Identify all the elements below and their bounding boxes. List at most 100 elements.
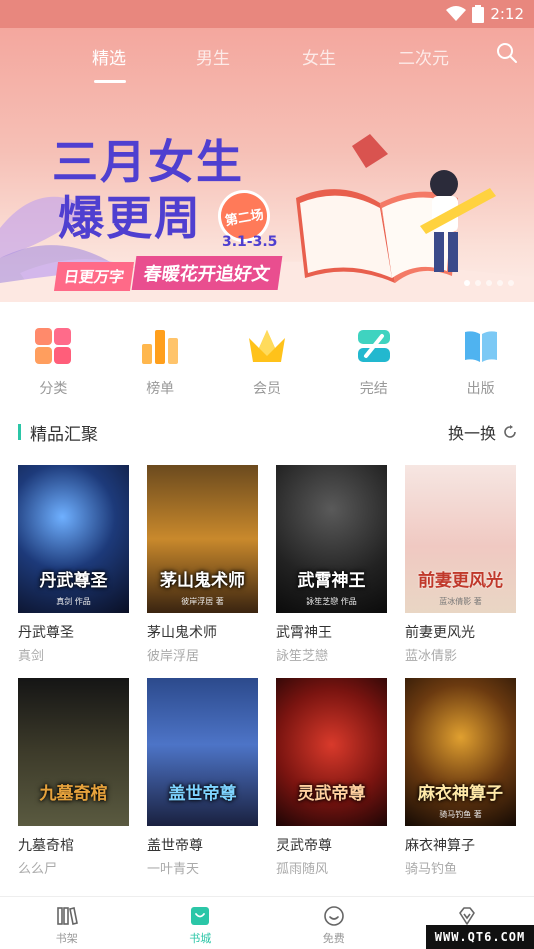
category-classify[interactable]: 分类 bbox=[0, 322, 107, 402]
nav-label: 书架 bbox=[55, 932, 78, 945]
book-cover: 前妻更风光 蓝冰倩影 著 bbox=[405, 465, 516, 613]
book-author: 孤雨随风 bbox=[276, 862, 329, 877]
book-title: 灵武帝尊 bbox=[276, 838, 332, 854]
banner-page-dots bbox=[464, 280, 514, 286]
book-card[interactable]: 灵武帝尊 灵武帝尊 孤雨随风 bbox=[276, 678, 387, 877]
category-label: 榜单 bbox=[146, 381, 175, 397]
banner-slogan-b: 春暖花开追好文 bbox=[131, 256, 283, 290]
cover-title: 灵武帝尊 bbox=[297, 784, 366, 804]
category-label: 分类 bbox=[39, 381, 68, 397]
book-cover: 灵武帝尊 bbox=[276, 678, 387, 826]
book-title: 麻衣神算子 bbox=[405, 838, 475, 854]
cover-title: 九墓奇棺 bbox=[39, 784, 108, 804]
book-author: 骑马钓鱼 bbox=[405, 862, 458, 877]
nav-label: 免费 bbox=[322, 932, 345, 945]
book-card[interactable]: 茅山鬼术师 彼岸浮居 著 茅山鬼术师 彼岸浮居 bbox=[147, 465, 258, 664]
banner-dates: 3.1-3.5 bbox=[222, 234, 278, 250]
book-card[interactable]: 麻衣神算子 骑马钓鱼 著 麻衣神算子 骑马钓鱼 bbox=[405, 678, 516, 877]
book-cover: 武霄神王 詠笙芝戀 作品 bbox=[276, 465, 387, 613]
nav-bookshelf[interactable]: 书架 bbox=[0, 897, 134, 949]
ranking-icon bbox=[142, 330, 179, 364]
section-title: 精品汇聚 bbox=[30, 425, 98, 445]
category-row: 分类 榜单 会员 完结 出版 bbox=[0, 322, 534, 402]
tab-featured[interactable]: 精选 bbox=[92, 44, 126, 69]
cover-title: 茅山鬼术师 bbox=[160, 571, 245, 591]
banner-slogan-a: 日更万字 bbox=[53, 262, 135, 291]
app-screen: 2:12 精选 男生 女生 二次元 三月女生 爆更周 第二场 3.1-3.5 日… bbox=[0, 0, 534, 949]
finished-icon bbox=[357, 330, 390, 362]
book-title: 九墓奇棺 bbox=[18, 838, 74, 854]
category-vip[interactable]: 会员 bbox=[214, 322, 321, 402]
category-label: 会员 bbox=[252, 381, 281, 397]
book-title: 茅山鬼术师 bbox=[147, 625, 217, 641]
book-cover: 麻衣神算子 骑马钓鱼 著 bbox=[405, 678, 516, 826]
active-tab-indicator bbox=[94, 80, 126, 83]
bookshelf-icon bbox=[56, 907, 78, 925]
nav-label: 书城 bbox=[189, 932, 212, 945]
status-time: 2:12 bbox=[490, 5, 524, 23]
book-author: 蓝冰倩影 bbox=[405, 649, 458, 664]
cover-title: 武霄神王 bbox=[297, 571, 366, 591]
tab-male[interactable]: 男生 bbox=[196, 44, 230, 69]
book-icon bbox=[464, 331, 497, 362]
smile-icon bbox=[323, 906, 344, 926]
tab-anime[interactable]: 二次元 bbox=[398, 44, 449, 69]
book-card[interactable]: 前妻更风光 蓝冰倩影 著 前妻更风光 蓝冰倩影 bbox=[405, 465, 516, 664]
cover-subtitle: 詠笙芝戀 作品 bbox=[306, 597, 357, 606]
tab-female[interactable]: 女生 bbox=[302, 44, 336, 69]
crown-icon bbox=[248, 330, 285, 362]
banner-title-line2: 爆更周 bbox=[58, 191, 202, 245]
category-label: 完结 bbox=[359, 381, 388, 397]
status-bar: 2:12 bbox=[0, 0, 534, 28]
cover-title: 前妻更风光 bbox=[418, 571, 503, 591]
nav-free[interactable]: 免费 bbox=[267, 897, 401, 949]
book-cover: 盖世帝尊 bbox=[147, 678, 258, 826]
book-author: 么么尸 bbox=[18, 862, 58, 877]
diamond-icon bbox=[459, 907, 476, 925]
battery-icon bbox=[472, 5, 485, 23]
section-header: 精品汇聚 换一换 bbox=[18, 420, 518, 445]
book-card[interactable]: 盖世帝尊 盖世帝尊 一叶青天 bbox=[147, 678, 258, 877]
section-accent-bar bbox=[18, 424, 21, 440]
book-author: 真剑 bbox=[18, 649, 45, 664]
category-finished[interactable]: 完结 bbox=[320, 322, 427, 402]
cover-title: 麻衣神算子 bbox=[418, 784, 503, 804]
cover-subtitle: 蓝冰倩影 著 bbox=[439, 597, 482, 606]
book-card[interactable]: 武霄神王 詠笙芝戀 作品 武霄神王 詠笙芝戀 bbox=[276, 465, 387, 664]
nav-bookstore[interactable]: 书城 bbox=[134, 897, 268, 949]
site-watermark: WWW.QT6.COM bbox=[426, 925, 534, 949]
book-author: 一叶青天 bbox=[147, 862, 200, 877]
book-cover: 九墓奇棺 bbox=[18, 678, 129, 826]
refresh-label: 换一换 bbox=[447, 424, 496, 443]
wifi-icon bbox=[446, 6, 467, 21]
book-title: 盖世帝尊 bbox=[147, 838, 203, 854]
book-cover: 茅山鬼术师 彼岸浮居 著 bbox=[147, 465, 258, 613]
banner-dot bbox=[464, 280, 470, 286]
book-author: 彼岸浮居 bbox=[147, 649, 200, 664]
book-author: 詠笙芝戀 bbox=[276, 649, 329, 664]
banner-dot bbox=[486, 280, 492, 286]
cover-subtitle: 彼岸浮居 著 bbox=[181, 597, 224, 606]
search-icon[interactable] bbox=[496, 42, 518, 64]
book-title: 前妻更风光 bbox=[405, 625, 475, 641]
cover-subtitle: 骑马钓鱼 著 bbox=[439, 810, 482, 819]
category-publish[interactable]: 出版 bbox=[427, 322, 534, 402]
book-cover: 丹武尊圣 真剑 作品 bbox=[18, 465, 129, 613]
grid-icon bbox=[35, 328, 72, 364]
channel-tabs: 精选 男生 女生 二次元 bbox=[0, 40, 534, 83]
bookstore-icon bbox=[191, 907, 210, 925]
cover-title: 盖世帝尊 bbox=[168, 784, 237, 804]
banner-dot bbox=[508, 280, 514, 286]
refresh-button[interactable]: 换一换 bbox=[448, 420, 518, 444]
banner-dot bbox=[475, 280, 481, 286]
cover-subtitle: 真剑 作品 bbox=[56, 597, 91, 606]
banner-dot bbox=[497, 280, 503, 286]
book-card[interactable]: 九墓奇棺 九墓奇棺 么么尸 bbox=[18, 678, 129, 877]
book-card[interactable]: 丹武尊圣 真剑 作品 丹武尊圣 真剑 bbox=[18, 465, 129, 664]
category-label: 出版 bbox=[466, 381, 495, 397]
category-ranking[interactable]: 榜单 bbox=[107, 322, 214, 402]
refresh-icon bbox=[504, 425, 516, 438]
promo-banner[interactable]: 精选 男生 女生 二次元 三月女生 爆更周 第二场 3.1-3.5 日更万字 春… bbox=[0, 28, 534, 302]
cover-title: 丹武尊圣 bbox=[39, 571, 108, 591]
book-title: 丹武尊圣 bbox=[18, 625, 74, 641]
